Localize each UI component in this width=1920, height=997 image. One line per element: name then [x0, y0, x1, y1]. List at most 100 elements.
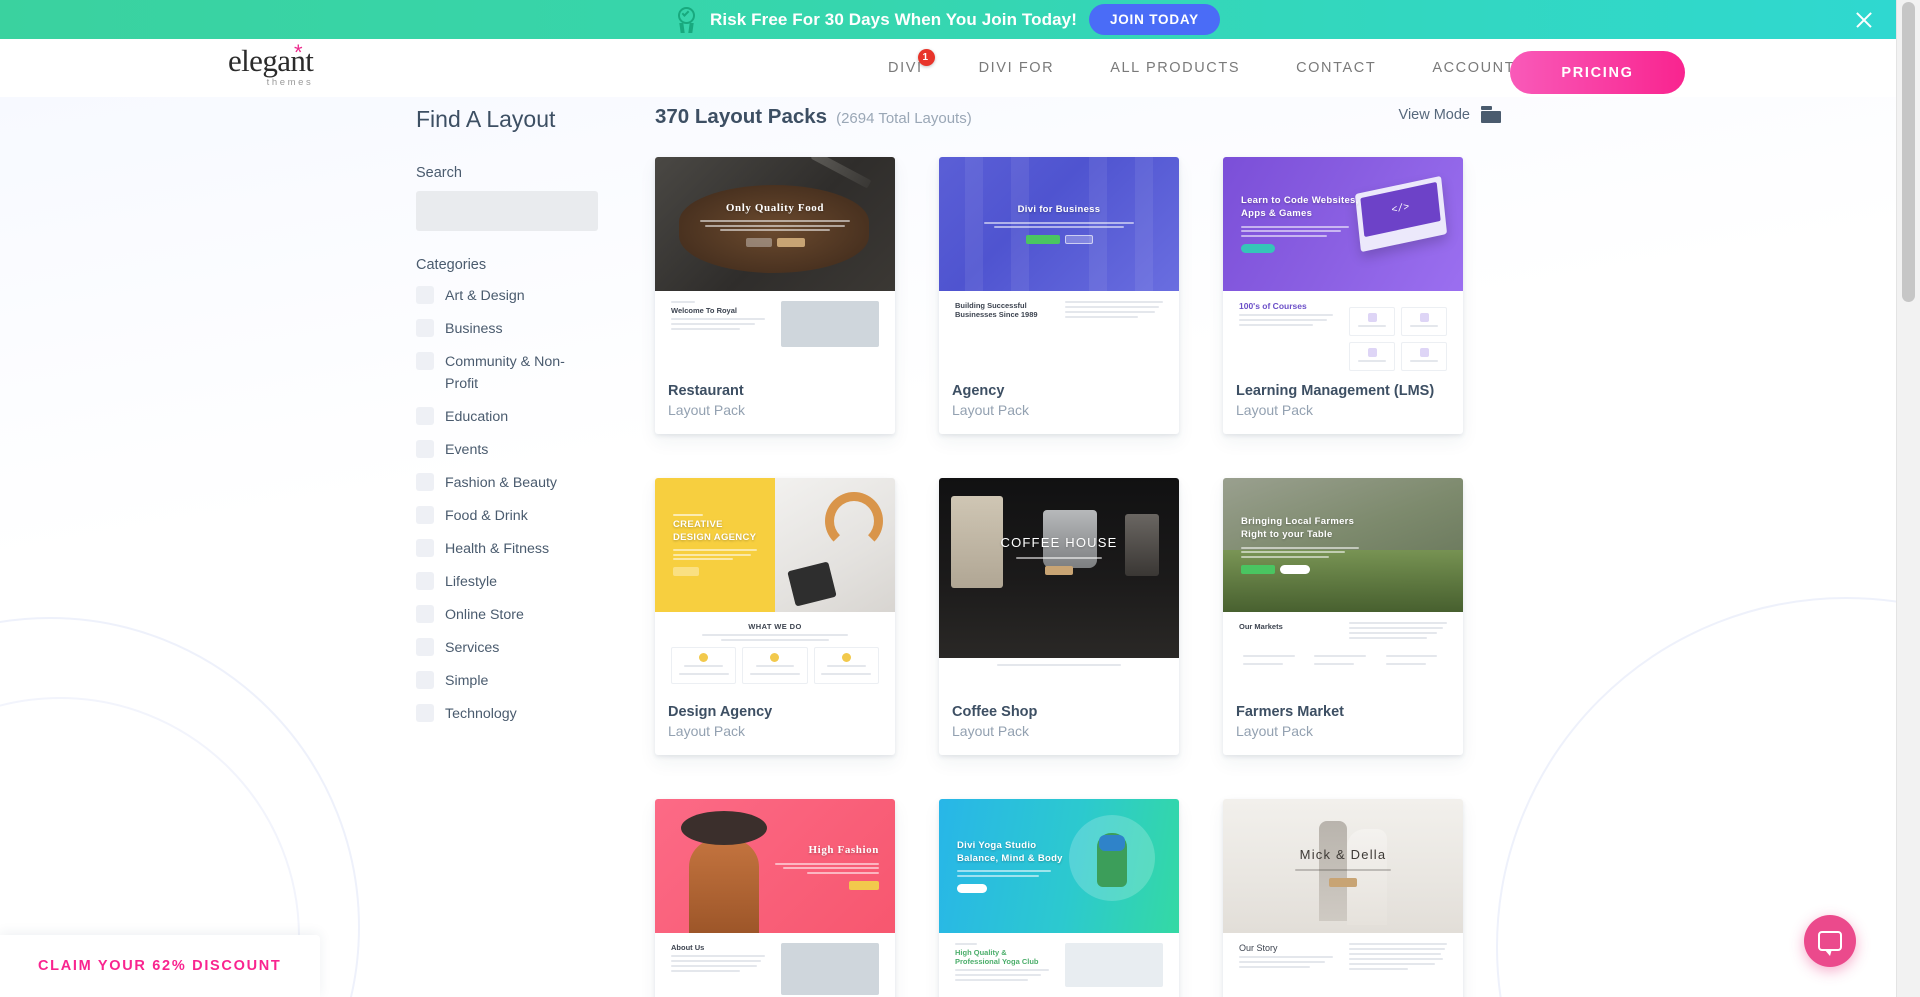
card-subtitle: Layout Pack — [1236, 723, 1314, 740]
hero-heading: Divi Yoga Studio Balance, Mind & Body — [957, 839, 1063, 864]
elegant-themes-logo[interactable]: elegant * themes — [228, 40, 338, 93]
nav-item-divi-for[interactable]: DIVI FOR — [951, 60, 1083, 76]
close-icon[interactable] — [1854, 10, 1874, 30]
checkbox-icon[interactable] — [416, 286, 434, 304]
card-subtitle: Layout Pack — [668, 402, 746, 419]
category-art-and-design[interactable]: Art & Design — [416, 285, 606, 307]
category-fashion-beauty[interactable]: Fashion & Beauty — [416, 472, 606, 494]
promo-text: Risk Free For 30 Days When You Join Toda… — [710, 9, 1077, 29]
category-label: Simple — [445, 673, 489, 689]
nav-item-all-products[interactable]: ALL PRODUCTS — [1082, 60, 1268, 76]
layout-pack-card-farmers-market[interactable]: Bringing Local Farmers Right to your Tab… — [1223, 478, 1463, 756]
promo-bar: Risk Free For 30 Days When You Join Toda… — [0, 0, 1896, 39]
category-label: Lifestyle — [445, 574, 498, 590]
search-label: Search — [416, 165, 462, 181]
card-thumbnail: Mick & Della Our Story — [1223, 799, 1463, 997]
page-body: Find A Layout Search Categories Art & De… — [0, 97, 1896, 997]
nav-label: DIVI — [888, 60, 923, 76]
category-education[interactable]: Education — [416, 406, 606, 428]
chat-widget-button[interactable] — [1804, 915, 1856, 967]
layout-pack-card-lms[interactable]: </> Learn to Code Websites, Apps & Games… — [1223, 157, 1463, 435]
checkbox-icon[interactable] — [416, 638, 434, 656]
checkbox-icon[interactable] — [416, 352, 434, 370]
category-services[interactable]: Services — [416, 637, 606, 659]
checkbox-icon[interactable] — [416, 539, 434, 557]
card-title: Farmers Market — [1236, 704, 1344, 721]
category-label: Fashion & Beauty — [445, 475, 557, 491]
category-technology[interactable]: Technology — [416, 703, 606, 725]
category-events[interactable]: Events — [416, 439, 606, 461]
hero-heading: Learn to Code Websites, Apps & Games — [1241, 195, 1359, 219]
card-title: Restaurant — [668, 383, 744, 399]
search-input[interactable] — [416, 191, 598, 231]
card-title: Design Agency — [668, 704, 773, 721]
category-health-fitness[interactable]: Health & Fitness — [416, 538, 606, 560]
preview-heading: WHAT WE DO — [748, 622, 802, 632]
card-meta: Coffee Shop Layout Pack — [939, 693, 1179, 755]
hero-heading: High Fashion — [808, 843, 879, 856]
filter-sidebar: Find A Layout Search Categories Art & De… — [416, 106, 606, 736]
layout-pack-card-coffee-shop[interactable]: COFFEE HOUSE Coffee Shop Layout Pack — [939, 478, 1179, 756]
checkbox-icon[interactable] — [416, 407, 434, 425]
checkbox-icon[interactable] — [416, 605, 434, 623]
category-label: Services — [445, 640, 500, 656]
checkbox-icon[interactable] — [416, 572, 434, 590]
content-header: 370 Layout Packs (2694 Total Layouts) Vi… — [655, 105, 1501, 143]
card-thumbnail: Divi for Business Building Successful Bu… — [939, 157, 1179, 372]
category-business[interactable]: Business — [416, 318, 606, 340]
checkbox-icon[interactable] — [416, 704, 434, 722]
category-community-non-profit[interactable]: Community & Non-Profit — [416, 351, 606, 395]
layout-pack-card-design-agency[interactable]: CREATIVE DESIGN AGENCY WHAT WE DO Design… — [655, 478, 895, 756]
card-body-preview: 100's of Courses — [1223, 291, 1463, 372]
scrollbar-thumb[interactable] — [1902, 2, 1915, 302]
discount-label: CLAIM YOUR 62% DISCOUNT — [38, 958, 282, 974]
preview-heading: High Quality & Professional Yoga Club — [955, 948, 1039, 967]
category-label: Art & Design — [445, 288, 525, 304]
discount-banner[interactable]: CLAIM YOUR 62% DISCOUNT — [0, 935, 320, 997]
layout-pack-card-restaurant[interactable]: Only Quality Food Welcome To Royal Resta… — [655, 157, 895, 435]
card-subtitle: Layout Pack — [668, 723, 746, 740]
category-label: Community & Non-Profit — [445, 354, 565, 392]
vertical-scrollbar[interactable] — [1896, 0, 1920, 997]
card-thumbnail: High Fashion About Us — [655, 799, 895, 997]
nav-badge-count: 1 — [917, 49, 935, 66]
category-simple[interactable]: Simple — [416, 670, 606, 692]
hero-heading: Bringing Local Farmers Right to your Tab… — [1241, 516, 1355, 541]
logo-subtext: themes — [266, 77, 314, 88]
category-label: Technology — [445, 706, 517, 722]
card-hero-preview: Divi Yoga Studio Balance, Mind & Body — [939, 799, 1179, 934]
card-title: Learning Management (LMS) — [1236, 383, 1435, 399]
checkbox-icon[interactable] — [416, 671, 434, 689]
card-thumbnail: Only Quality Food Welcome To Royal — [655, 157, 895, 372]
checkbox-icon[interactable] — [416, 506, 434, 524]
checkbox-icon[interactable] — [416, 440, 434, 458]
category-food-drink[interactable]: Food & Drink — [416, 505, 606, 527]
card-hero-preview: </> Learn to Code Websites, Apps & Games — [1223, 157, 1463, 291]
layout-pack-card-wedding[interactable]: Mick & Della Our Story — [1223, 799, 1463, 997]
ribbon-check-icon — [676, 6, 698, 33]
category-label: Events — [445, 442, 489, 458]
layout-pack-grid: Only Quality Food Welcome To Royal Resta… — [655, 157, 1465, 997]
card-thumbnail: Divi Yoga Studio Balance, Mind & Body Hi… — [939, 799, 1179, 997]
grid-view-icon[interactable] — [1481, 106, 1501, 123]
layout-pack-card-yoga-studio[interactable]: Divi Yoga Studio Balance, Mind & Body Hi… — [939, 799, 1179, 997]
view-mode-label: View Mode — [1398, 106, 1470, 123]
categories-label: Categories — [416, 257, 487, 273]
hero-heading: CREATIVE DESIGN AGENCY — [673, 518, 757, 543]
join-today-button[interactable]: JOIN TODAY — [1088, 4, 1220, 35]
pricing-button[interactable]: PRICING — [1510, 51, 1685, 94]
category-online-store[interactable]: Online Store — [416, 604, 606, 626]
view-mode-toggle[interactable]: View Mode — [1399, 106, 1501, 123]
card-thumbnail: </> Learn to Code Websites, Apps & Games… — [1223, 157, 1463, 372]
category-lifestyle[interactable]: Lifestyle — [416, 571, 606, 593]
layout-pack-card-agency[interactable]: Divi for Business Building Successful Bu… — [939, 157, 1179, 435]
preview-heading: Our Markets — [1239, 622, 1283, 632]
layout-pack-count: 370 Layout Packs — [655, 105, 828, 128]
checkbox-icon[interactable] — [416, 473, 434, 491]
nav-item-divi[interactable]: DIVI 1 — [860, 49, 951, 76]
checkbox-icon[interactable] — [416, 319, 434, 337]
hero-heading: Divi for Business — [1017, 203, 1101, 215]
layout-pack-card-fashion[interactable]: High Fashion About Us — [655, 799, 895, 997]
card-body-preview: Building Successful Businesses Since 198… — [939, 291, 1179, 372]
nav-item-contact[interactable]: CONTACT — [1268, 60, 1404, 76]
